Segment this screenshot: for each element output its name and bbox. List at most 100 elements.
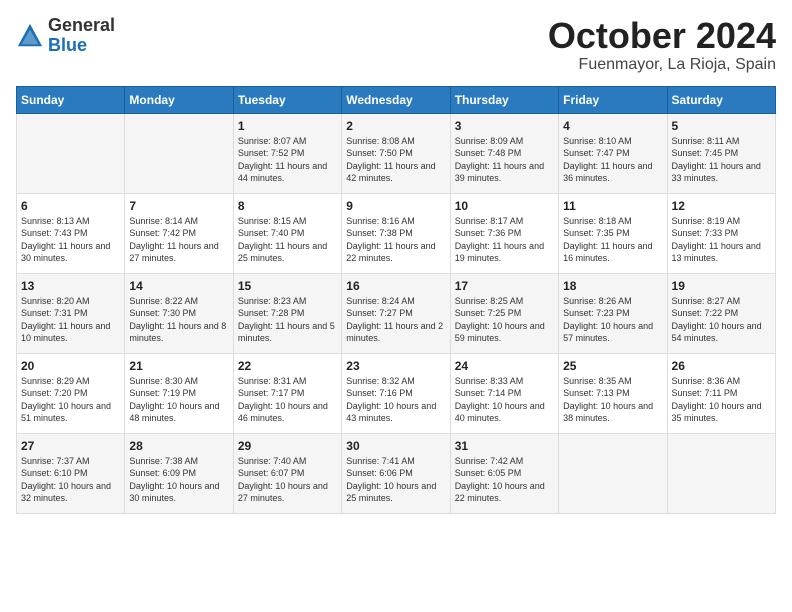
day-info: Sunrise: 8:07 AM Sunset: 7:52 PM Dayligh…	[238, 135, 337, 185]
calendar-day-cell: 25Sunrise: 8:35 AM Sunset: 7:13 PM Dayli…	[559, 353, 667, 433]
title-block: October 2024 Fuenmayor, La Rioja, Spain	[548, 16, 776, 74]
calendar-day-cell: 1 Sunrise: 8:07 AM Sunset: 7:52 PM Daylig…	[233, 113, 341, 193]
day-info: Sunrise: 8:10 AM Sunset: 7:47 PM Dayligh…	[563, 135, 662, 185]
calendar-day-cell: 6Sunrise: 8:13 AM Sunset: 7:43 PM Daylig…	[17, 193, 125, 273]
calendar-day-cell: 27 Sunrise: 7:37 AM Sunset: 6:10 PM Dayli…	[17, 433, 125, 513]
weekday-header-cell: Monday	[125, 86, 233, 113]
calendar-day-cell: 7 Sunrise: 8:14 AM Sunset: 7:42 PM Daylig…	[125, 193, 233, 273]
day-number: 5	[672, 119, 771, 133]
weekday-header-cell: Thursday	[450, 86, 558, 113]
day-info: Sunrise: 7:41 AM Sunset: 6:06 PM Dayligh…	[346, 455, 445, 505]
day-info: Sunrise: 8:36 AM Sunset: 7:11 PM Dayligh…	[672, 375, 771, 425]
day-info: Sunrise: 8:32 AM Sunset: 7:16 PM Dayligh…	[346, 375, 445, 425]
calendar-day-cell: 22 Sunrise: 8:31 AM Sunset: 7:17 PM Dayli…	[233, 353, 341, 433]
calendar-day-cell: 14 Sunrise: 8:22 AM Sunset: 7:30 PM Dayli…	[125, 273, 233, 353]
calendar-day-cell	[125, 113, 233, 193]
calendar-week-row: 6Sunrise: 8:13 AM Sunset: 7:43 PM Daylig…	[17, 193, 776, 273]
day-info: Sunrise: 8:23 AM Sunset: 7:28 PM Dayligh…	[238, 295, 337, 345]
calendar-day-cell	[667, 433, 775, 513]
calendar-day-cell: 3 Sunrise: 8:09 AM Sunset: 7:48 PM Daylig…	[450, 113, 558, 193]
calendar-week-row: 1 Sunrise: 8:07 AM Sunset: 7:52 PM Daylig…	[17, 113, 776, 193]
day-number: 29	[238, 439, 337, 453]
day-number: 23	[346, 359, 445, 373]
day-info: Sunrise: 7:37 AM Sunset: 6:10 PM Dayligh…	[21, 455, 120, 505]
day-info: Sunrise: 8:33 AM Sunset: 7:14 PM Dayligh…	[455, 375, 554, 425]
calendar-day-cell: 23 Sunrise: 8:32 AM Sunset: 7:16 PM Dayli…	[342, 353, 450, 433]
calendar-day-cell: 12 Sunrise: 8:19 AM Sunset: 7:33 PM Dayli…	[667, 193, 775, 273]
day-number: 4	[563, 119, 662, 133]
day-info: Sunrise: 8:08 AM Sunset: 7:50 PM Dayligh…	[346, 135, 445, 185]
day-number: 22	[238, 359, 337, 373]
day-number: 8	[238, 199, 337, 213]
day-info: Sunrise: 8:31 AM Sunset: 7:17 PM Dayligh…	[238, 375, 337, 425]
day-number: 10	[455, 199, 554, 213]
calendar-day-cell: 28Sunrise: 7:38 AM Sunset: 6:09 PM Dayli…	[125, 433, 233, 513]
day-info: Sunrise: 8:17 AM Sunset: 7:36 PM Dayligh…	[455, 215, 554, 265]
logo-text: General Blue	[48, 16, 115, 56]
day-info: Sunrise: 8:22 AM Sunset: 7:30 PM Dayligh…	[129, 295, 228, 345]
day-info: Sunrise: 8:29 AM Sunset: 7:20 PM Dayligh…	[21, 375, 120, 425]
calendar-day-cell: 18Sunrise: 8:26 AM Sunset: 7:23 PM Dayli…	[559, 273, 667, 353]
day-number: 24	[455, 359, 554, 373]
day-number: 7	[129, 199, 228, 213]
weekday-header-cell: Tuesday	[233, 86, 341, 113]
day-info: Sunrise: 8:24 AM Sunset: 7:27 PM Dayligh…	[346, 295, 445, 345]
day-number: 19	[672, 279, 771, 293]
day-number: 31	[455, 439, 554, 453]
day-info: Sunrise: 7:42 AM Sunset: 6:05 PM Dayligh…	[455, 455, 554, 505]
day-number: 2	[346, 119, 445, 133]
calendar-week-row: 13Sunrise: 8:20 AM Sunset: 7:31 PM Dayli…	[17, 273, 776, 353]
calendar-body: 1 Sunrise: 8:07 AM Sunset: 7:52 PM Daylig…	[17, 113, 776, 513]
calendar-day-cell: 24 Sunrise: 8:33 AM Sunset: 7:14 PM Dayli…	[450, 353, 558, 433]
day-number: 27	[21, 439, 120, 453]
day-info: Sunrise: 8:13 AM Sunset: 7:43 PM Dayligh…	[21, 215, 120, 265]
location: Fuenmayor, La Rioja, Spain	[548, 56, 776, 74]
calendar-week-row: 20 Sunrise: 8:29 AM Sunset: 7:20 PM Dayli…	[17, 353, 776, 433]
calendar-day-cell: 5Sunrise: 8:11 AM Sunset: 7:45 PM Daylig…	[667, 113, 775, 193]
calendar-day-cell: 15 Sunrise: 8:23 AM Sunset: 7:28 PM Dayli…	[233, 273, 341, 353]
calendar-day-cell	[17, 113, 125, 193]
calendar-day-cell: 30 Sunrise: 7:41 AM Sunset: 6:06 PM Dayli…	[342, 433, 450, 513]
day-info: Sunrise: 8:09 AM Sunset: 7:48 PM Dayligh…	[455, 135, 554, 185]
day-number: 1	[238, 119, 337, 133]
weekday-header-cell: Wednesday	[342, 86, 450, 113]
day-info: Sunrise: 8:14 AM Sunset: 7:42 PM Dayligh…	[129, 215, 228, 265]
day-number: 12	[672, 199, 771, 213]
day-info: Sunrise: 8:26 AM Sunset: 7:23 PM Dayligh…	[563, 295, 662, 345]
day-info: Sunrise: 7:40 AM Sunset: 6:07 PM Dayligh…	[238, 455, 337, 505]
day-number: 14	[129, 279, 228, 293]
calendar-day-cell: 29 Sunrise: 7:40 AM Sunset: 6:07 PM Dayli…	[233, 433, 341, 513]
calendar-week-row: 27 Sunrise: 7:37 AM Sunset: 6:10 PM Dayli…	[17, 433, 776, 513]
day-number: 17	[455, 279, 554, 293]
day-number: 26	[672, 359, 771, 373]
calendar-day-cell: 11Sunrise: 8:18 AM Sunset: 7:35 PM Dayli…	[559, 193, 667, 273]
calendar-day-cell: 26 Sunrise: 8:36 AM Sunset: 7:11 PM Dayli…	[667, 353, 775, 433]
calendar-day-cell: 10 Sunrise: 8:17 AM Sunset: 7:36 PM Dayli…	[450, 193, 558, 273]
logo: General Blue	[16, 16, 115, 56]
weekday-header-cell: Friday	[559, 86, 667, 113]
calendar-day-cell: 20 Sunrise: 8:29 AM Sunset: 7:20 PM Dayli…	[17, 353, 125, 433]
day-number: 3	[455, 119, 554, 133]
day-info: Sunrise: 8:18 AM Sunset: 7:35 PM Dayligh…	[563, 215, 662, 265]
day-number: 28	[129, 439, 228, 453]
calendar-day-cell: 17 Sunrise: 8:25 AM Sunset: 7:25 PM Dayli…	[450, 273, 558, 353]
day-info: Sunrise: 8:19 AM Sunset: 7:33 PM Dayligh…	[672, 215, 771, 265]
month-title: October 2024	[548, 16, 776, 56]
day-number: 20	[21, 359, 120, 373]
day-number: 13	[21, 279, 120, 293]
calendar-table: SundayMondayTuesdayWednesdayThursdayFrid…	[16, 86, 776, 514]
weekday-header-row: SundayMondayTuesdayWednesdayThursdayFrid…	[17, 86, 776, 113]
day-number: 15	[238, 279, 337, 293]
day-info: Sunrise: 8:27 AM Sunset: 7:22 PM Dayligh…	[672, 295, 771, 345]
weekday-header-cell: Sunday	[17, 86, 125, 113]
day-number: 30	[346, 439, 445, 453]
day-info: Sunrise: 8:25 AM Sunset: 7:25 PM Dayligh…	[455, 295, 554, 345]
calendar-day-cell: 16Sunrise: 8:24 AM Sunset: 7:27 PM Dayli…	[342, 273, 450, 353]
day-info: Sunrise: 8:30 AM Sunset: 7:19 PM Dayligh…	[129, 375, 228, 425]
day-number: 25	[563, 359, 662, 373]
day-info: Sunrise: 8:15 AM Sunset: 7:40 PM Dayligh…	[238, 215, 337, 265]
calendar-day-cell: 2 Sunrise: 8:08 AM Sunset: 7:50 PM Daylig…	[342, 113, 450, 193]
calendar-day-cell: 9Sunrise: 8:16 AM Sunset: 7:38 PM Daylig…	[342, 193, 450, 273]
calendar-day-cell	[559, 433, 667, 513]
page-header: General Blue October 2024 Fuenmayor, La …	[16, 16, 776, 74]
